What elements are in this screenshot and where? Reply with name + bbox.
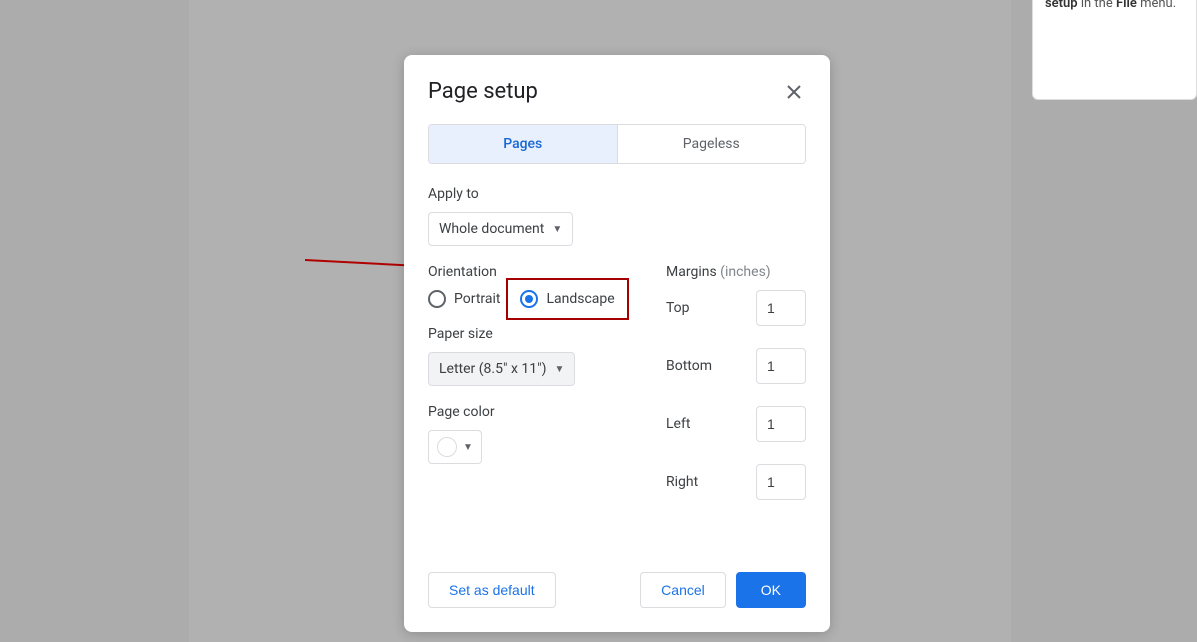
footer-right-buttons: Cancel OK [640, 572, 806, 608]
radio-icon [520, 290, 538, 308]
apply-to-dropdown[interactable]: Whole document ▼ [428, 212, 573, 246]
right-column: Margins (inches) Top Bottom Left Right [666, 264, 806, 522]
page-color-dropdown[interactable]: ▼ [428, 430, 482, 464]
ok-button[interactable]: OK [736, 572, 806, 608]
margins-label: Margins (inches) [666, 264, 806, 280]
tab-pageless[interactable]: Pageless [618, 125, 806, 163]
orientation-section: Orientation Portrait Landscape [428, 264, 636, 308]
tab-pages[interactable]: Pages [429, 125, 618, 163]
radio-icon [428, 290, 446, 308]
margin-right-input[interactable] [756, 464, 806, 500]
margin-bottom-label: Bottom [666, 358, 712, 374]
left-column: Orientation Portrait Landscape Paper siz… [428, 264, 636, 522]
paper-size-label: Paper size [428, 326, 636, 342]
page-color-section: Page color ▼ [428, 404, 636, 464]
chevron-down-icon: ▼ [554, 364, 564, 375]
dialog-footer: Set as default Cancel OK [428, 572, 806, 608]
dialog-title: Page setup [428, 79, 538, 104]
margin-right-row: Right [666, 464, 806, 500]
color-swatch-icon [437, 437, 457, 457]
tab-group: Pages Pageless [428, 124, 806, 164]
chevron-down-icon: ▼ [552, 224, 562, 235]
help-panel: setup in the File menu. [1032, 0, 1197, 100]
margin-left-input[interactable] [756, 406, 806, 442]
paper-size-dropdown[interactable]: Letter (8.5" x 11") ▼ [428, 352, 575, 386]
dialog-header: Page setup [428, 79, 806, 104]
apply-to-section: Apply to Whole document ▼ [428, 186, 806, 246]
paper-size-section: Paper size Letter (8.5" x 11") ▼ [428, 326, 636, 386]
landscape-radio[interactable]: Landscape [506, 278, 628, 320]
margin-left-label: Left [666, 416, 690, 432]
margin-bottom-input[interactable] [756, 348, 806, 384]
margin-top-label: Top [666, 300, 690, 316]
page-color-label: Page color [428, 404, 636, 420]
cancel-button[interactable]: Cancel [640, 572, 726, 608]
margin-right-label: Right [666, 474, 698, 490]
margin-top-row: Top [666, 290, 806, 326]
portrait-radio[interactable]: Portrait [428, 290, 500, 308]
margin-top-input[interactable] [756, 290, 806, 326]
page-setup-dialog: Page setup Pages Pageless Apply to Whole… [404, 55, 830, 632]
set-default-button[interactable]: Set as default [428, 572, 556, 608]
margin-bottom-row: Bottom [666, 348, 806, 384]
orientation-radio-group: Portrait Landscape [428, 290, 636, 308]
apply-to-label: Apply to [428, 186, 806, 202]
margin-left-row: Left [666, 406, 806, 442]
form-body: Orientation Portrait Landscape Paper siz… [428, 264, 806, 522]
close-icon[interactable] [782, 80, 806, 104]
chevron-down-icon: ▼ [463, 442, 473, 453]
